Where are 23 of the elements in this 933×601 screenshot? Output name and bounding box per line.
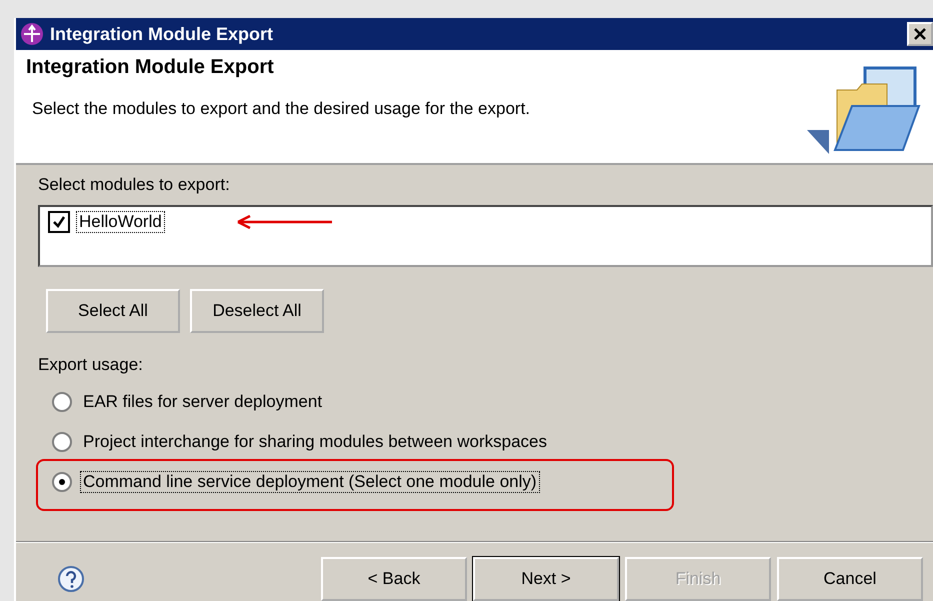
help-icon[interactable] [56, 564, 86, 594]
modules-label: Select modules to export: [38, 175, 231, 195]
wizard-button[interactable]: Cancel [777, 557, 923, 601]
radio-button[interactable] [52, 392, 72, 412]
option-label: Project interchange for sharing modules between workspaces [82, 431, 548, 453]
page-description: Select the modules to export and the desired usage for the export. [31, 99, 532, 120]
module-name: HelloWorld [76, 211, 165, 233]
usage-label: Export usage: [38, 355, 144, 375]
app-icon [20, 22, 44, 46]
check-icon [52, 215, 66, 229]
deselect-all-button[interactable]: Deselect All [190, 289, 324, 333]
radio-button[interactable] [52, 472, 72, 492]
wizard-button[interactable]: Next > [473, 557, 619, 601]
close-button[interactable] [907, 22, 933, 46]
close-icon [913, 27, 927, 42]
radio-button[interactable] [52, 432, 72, 452]
select-all-button[interactable]: Select All [46, 289, 180, 333]
window-title: Integration Module Export [50, 24, 274, 45]
option-label: Command line service deployment (Select one module only) [80, 471, 540, 493]
module-checkbox[interactable] [48, 211, 70, 233]
wizard-button[interactable]: < Back [321, 557, 467, 601]
page-title: Integration Module Export [26, 56, 275, 80]
option-label: EAR files for server deployment [82, 391, 324, 413]
